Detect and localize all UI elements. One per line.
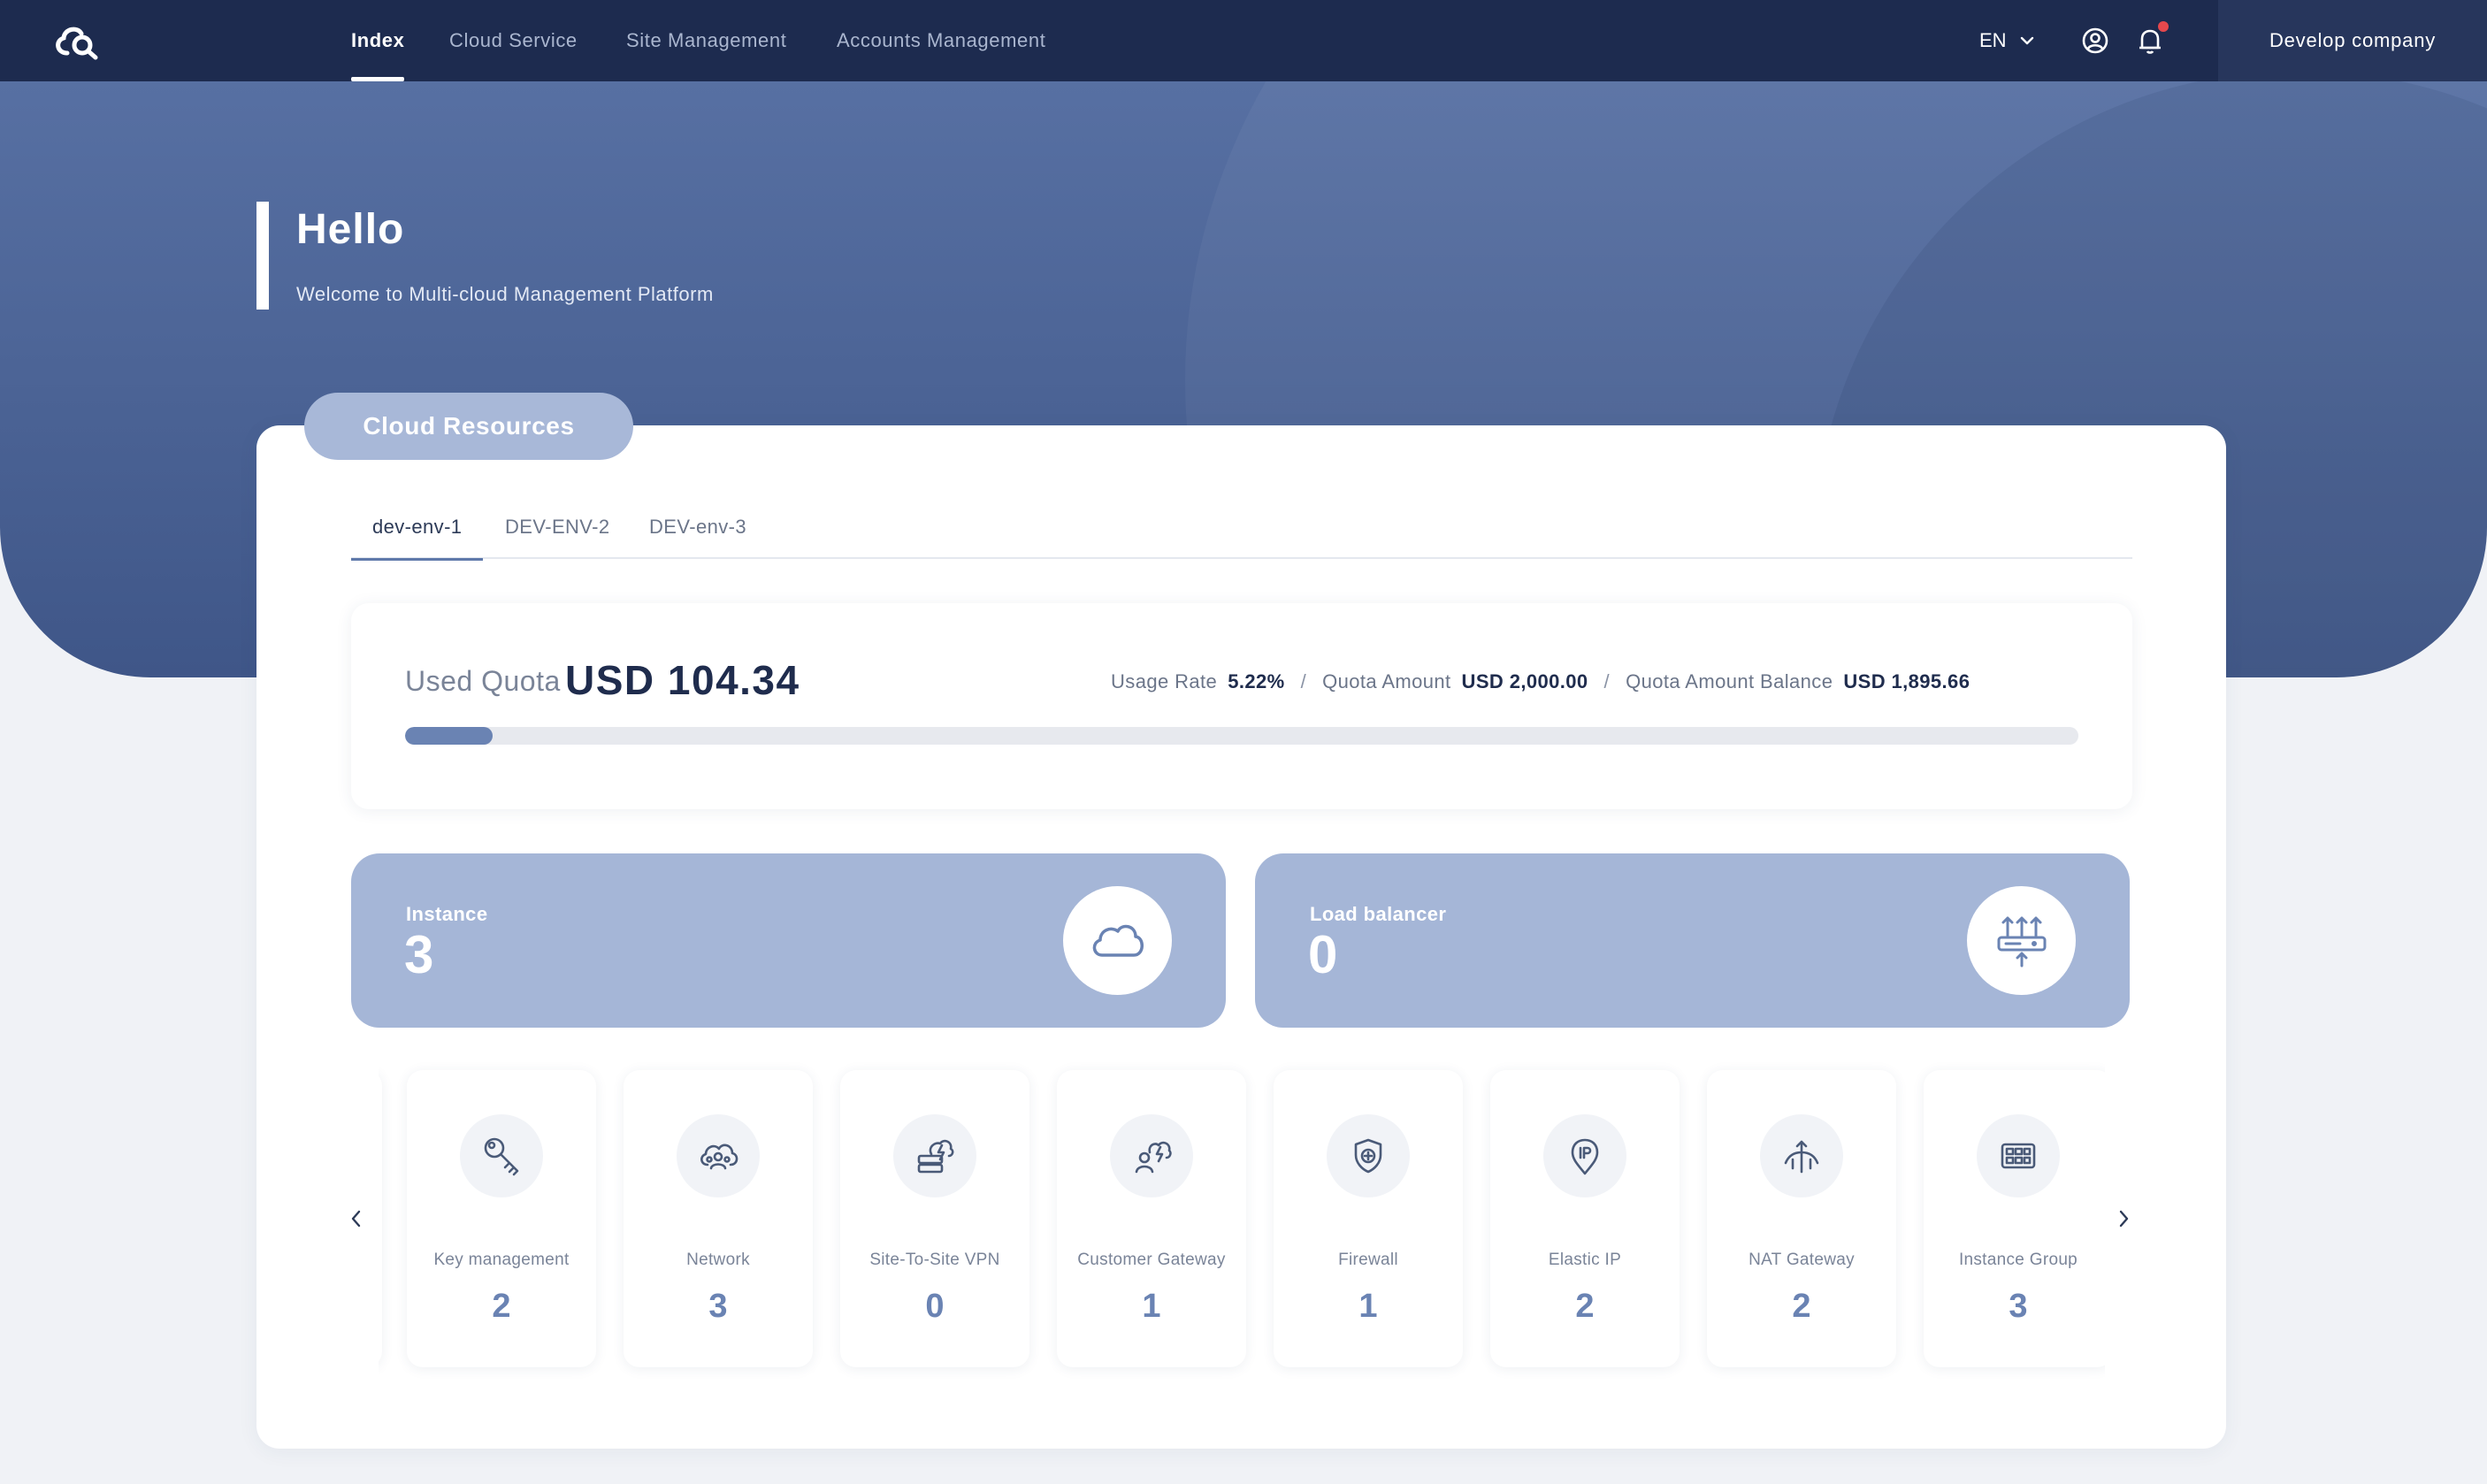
nav-item-accounts-management[interactable]: Accounts Management [837,0,1045,81]
carousel-prev-button[interactable] [343,1201,370,1236]
company-switcher[interactable]: Develop company [2218,0,2487,81]
resource-label: NAT Gateway [1749,1250,1855,1269]
language-label: EN [1979,29,2007,51]
resource-icon-container [460,1114,543,1197]
key-icon [484,1137,519,1176]
resource-carousel: Key management 2 Network 3 Site-To-Site … [379,1061,2105,1380]
customer-gateway-icon [1135,1141,1172,1174]
resource-card-site-to-site-vpn[interactable]: Site-To-Site VPN 0 [840,1070,1029,1367]
quota-progress-bar [405,727,2078,745]
tab-dev-env-2[interactable]: DEV-ENV-2 [505,495,610,559]
resource-card-elastic-ip[interactable]: Elastic IP 2 [1490,1070,1680,1367]
stat-value: 0 [1308,925,1338,984]
resource-count: 1 [1142,1288,1161,1325]
resource-count: 1 [1358,1288,1378,1325]
resource-card-nat-gateway[interactable]: NAT Gateway 2 [1707,1070,1896,1367]
user-account-icon[interactable] [2081,27,2109,55]
resource-count: 2 [1575,1288,1595,1325]
notification-badge [2158,21,2169,32]
language-selector[interactable]: EN [1979,0,2035,81]
resource-label: Instance Group [1958,1250,2078,1269]
resource-icon-container [1110,1114,1193,1197]
instance-group-icon [2001,1143,2036,1169]
separator: / [1300,670,1307,692]
hello-accent-bar [256,202,269,310]
resource-count: 2 [492,1288,511,1325]
resource-icon-container [1977,1114,2060,1197]
nat-gateway-icon [1784,1140,1819,1174]
resource-icon-container [1327,1114,1410,1197]
quota-balance-label: Quota Amount Balance [1626,670,1833,692]
resource-card-instance-group[interactable]: Instance Group 3 [1924,1070,2105,1367]
elastic-ip-icon [1571,1138,1599,1175]
usage-rate-value: 5.22% [1228,670,1285,692]
stat-card-instance[interactable]: Instance 3 [351,853,1226,1028]
usage-rate-label: Usage Rate [1111,670,1218,692]
resource-label: Key management [433,1250,570,1269]
resource-icon-container [677,1114,760,1197]
stat-value: 3 [404,925,434,984]
cloud-icon [1092,924,1144,957]
resource-count: 3 [2009,1288,2028,1325]
quota-amount-label: Quota Amount [1322,670,1451,692]
resource-card-network[interactable]: Network 3 [624,1070,813,1367]
firewall-shield-icon [1354,1138,1382,1174]
quota-balance-value: USD 1,895.66 [1843,670,1970,692]
load-balancer-icon [1997,916,2046,967]
chevron-down-icon [2020,36,2033,45]
quota-card: Used Quota USD 104.34 Usage Rate 5.22% /… [351,603,2132,809]
environment-tabs: dev-env-1 DEV-ENV-2 DEV-env-3 [350,495,2132,561]
resource-card-partial [379,1070,382,1367]
quota-stats: Usage Rate 5.22% / Quota Amount USD 2,00… [1111,670,1970,693]
resource-count: 0 [925,1288,945,1325]
nav-item-site-management[interactable]: Site Management [626,0,786,81]
resource-label: Firewall [1338,1250,1398,1269]
stat-icon-container [1967,886,2076,995]
section-title: Cloud Resources [304,393,633,460]
resource-count: 3 [708,1288,728,1325]
carousel-next-button[interactable] [2110,1201,2137,1236]
separator: / [1603,670,1611,692]
page-title: Hello [296,206,405,253]
stat-label: Instance [406,903,488,925]
resource-icon-container [1543,1114,1626,1197]
network-cloud-icon [700,1144,738,1170]
vpn-icon [917,1139,954,1174]
page-subtitle: Welcome to Multi-cloud Management Platfo… [296,283,714,305]
resource-label: Elastic IP [1548,1250,1622,1269]
chevron-left-icon [351,1210,361,1228]
resource-icon-container [893,1114,976,1197]
resource-count: 2 [1792,1288,1811,1325]
resource-card-customer-gateway[interactable]: Customer Gateway 1 [1057,1070,1246,1367]
resource-card-key-management[interactable]: Key management 2 [407,1070,596,1367]
stat-card-load-balancer[interactable]: Load balancer 0 [1255,853,2130,1028]
stat-icon-container [1063,886,1172,995]
app-logo-icon[interactable] [50,18,103,62]
quota-progress-fill [405,727,493,745]
top-navigation-bar: Index Cloud Service Site Management Acco… [0,0,2487,81]
resource-label: Site-To-Site VPN [869,1250,1000,1269]
tab-dev-env-1[interactable]: dev-env-1 [350,495,484,561]
used-quota-value: USD 104.34 [565,657,800,703]
nav-item-index[interactable]: Index [351,0,405,81]
resource-icon-container [1760,1114,1843,1197]
quota-amount-value: USD 2,000.00 [1461,670,1588,692]
stat-label: Load balancer [1310,903,1447,925]
resource-card-firewall[interactable]: Firewall 1 [1274,1070,1463,1367]
nav-item-cloud-service[interactable]: Cloud Service [449,0,578,81]
chevron-right-icon [2119,1210,2129,1228]
resource-label: Customer Gateway [1077,1250,1226,1269]
resource-label: Network [686,1250,750,1269]
used-quota-label: Used Quota [405,665,561,697]
tab-dev-env-3[interactable]: DEV-env-3 [649,495,746,559]
